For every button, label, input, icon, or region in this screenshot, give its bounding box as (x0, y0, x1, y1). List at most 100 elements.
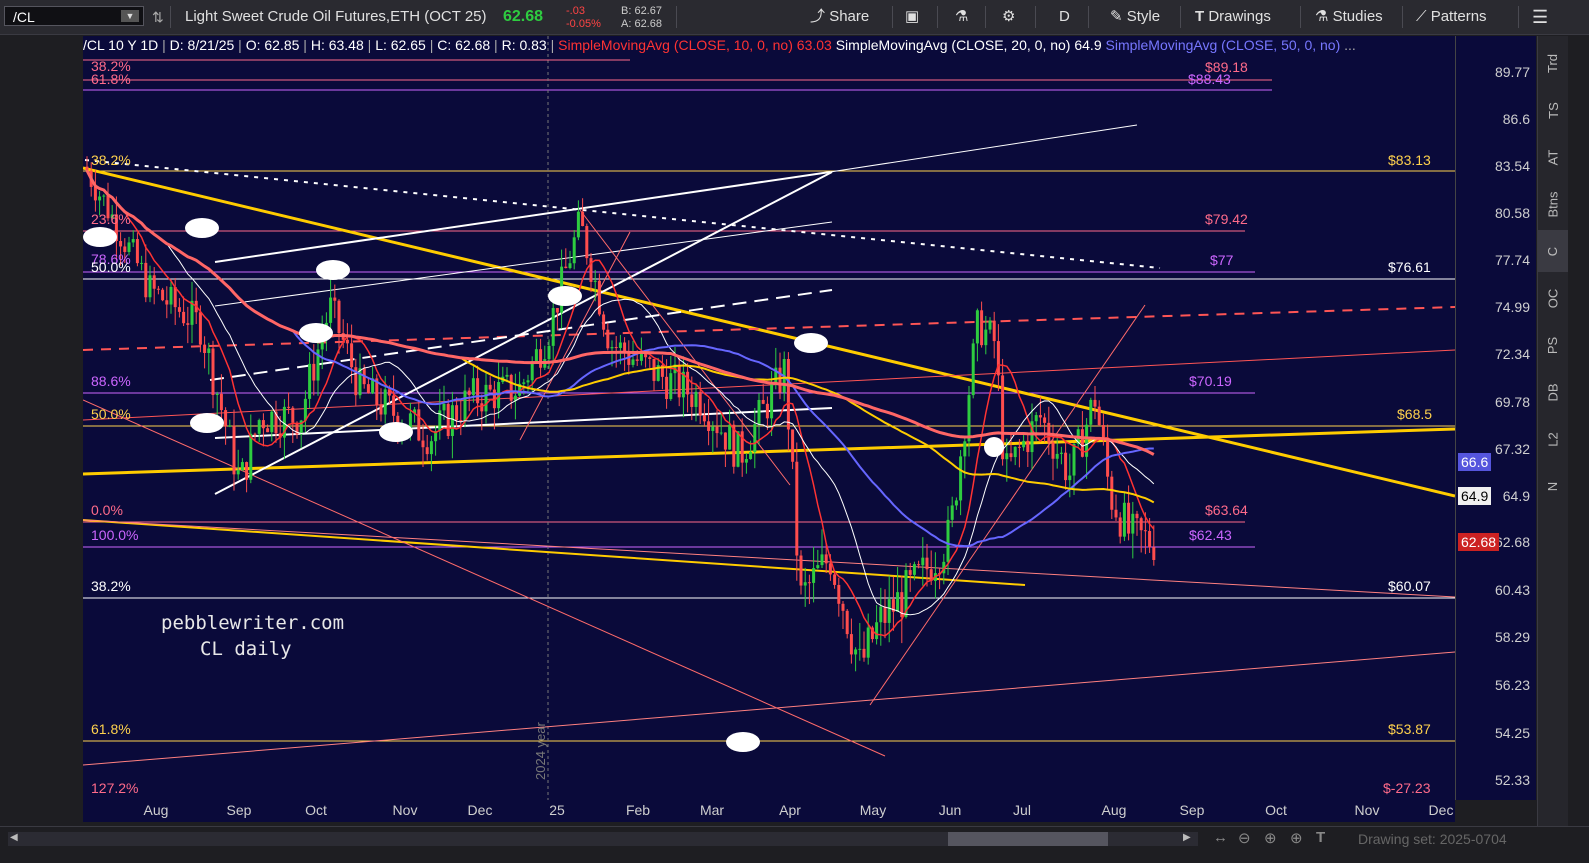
candle-body (1072, 443, 1076, 476)
sidebar-tab-trd[interactable]: Trd (1538, 42, 1568, 84)
price-tick-label: 80.58 (1494, 205, 1530, 221)
candle-body (627, 353, 631, 365)
zoom-in-icon[interactable]: ⊕ (1264, 829, 1277, 847)
header-more[interactable]: ... (1344, 37, 1356, 53)
candle-body (791, 429, 795, 462)
price-tick-label: 74.99 (1494, 299, 1530, 315)
candle-body (858, 648, 862, 650)
candle-body (765, 403, 769, 419)
candle-body (614, 347, 618, 349)
candle-body (757, 399, 761, 425)
candle-body (261, 420, 265, 429)
studies-button[interactable]: ⚗ Studies (1315, 0, 1383, 34)
price-axis[interactable]: 89.77 86.6 83.54 80.58 77.74 74.99 72.34 69.78 6… (1455, 36, 1536, 800)
scroll-thumb[interactable] (948, 832, 1108, 846)
time-tick-label: Jun (938, 802, 962, 818)
candle-body (812, 568, 816, 583)
top-toolbar: /CL ▼ ⇅ Light Sweet Crude Oil Futures,ET… (0, 0, 1589, 35)
price-tick-label: 58.29 (1494, 629, 1530, 645)
header-low: L: 62.65 (375, 37, 426, 53)
style-button[interactable]: ✎ Style (1110, 0, 1160, 34)
sma10-line (86, 170, 1155, 637)
candle-body (1055, 453, 1059, 459)
zoom-out-icon[interactable]: ⊖ (1238, 829, 1251, 847)
sidebar-tab-ps[interactable]: PS (1538, 324, 1568, 366)
candle-body (648, 357, 652, 360)
sidebar-tab-oc[interactable]: OC (1538, 277, 1568, 319)
candle-body (744, 459, 748, 463)
header-range: R: 0.83 (501, 37, 547, 53)
sidebar-tab-at[interactable]: AT (1538, 136, 1568, 178)
sidebar-tab-ts[interactable]: TS (1538, 89, 1568, 131)
snapshot-icon[interactable]: ▣ (905, 0, 919, 34)
candle-body (350, 343, 354, 368)
header-sma50[interactable]: SimpleMovingAvg (CLOSE, 50, 0, no) (1106, 37, 1341, 53)
candle-body (446, 403, 450, 437)
candle-body (828, 563, 832, 575)
drawing-set-label[interactable]: Drawing set: 2025-0704 (1358, 831, 1507, 847)
candle-body (459, 420, 463, 422)
candle-body (652, 359, 656, 381)
candle-body (135, 239, 139, 264)
candle-body (425, 447, 429, 455)
candle-body (946, 519, 950, 562)
candle-body (131, 239, 135, 243)
candle-body (509, 374, 513, 401)
horizontal-scrollbar[interactable]: ◀ ▶ (8, 832, 1198, 846)
crosshair-icon[interactable]: ⊕ (1290, 829, 1303, 847)
candle-body (291, 407, 295, 423)
price-tick-label: 67.32 (1494, 441, 1530, 457)
share-button[interactable]: ⤴ Share (810, 0, 869, 34)
patterns-button[interactable]: ⟋ Patterns (1416, 0, 1487, 34)
price-level-label: $83.13 (1388, 152, 1431, 168)
candle-body (631, 359, 635, 365)
text-icon[interactable]: T (1316, 829, 1325, 846)
fib-percent-label: 127.2% (91, 780, 138, 796)
menu-icon[interactable]: ☰ (1532, 0, 1548, 34)
flask-icon[interactable]: ⚗ (955, 0, 968, 34)
candle-body (971, 343, 975, 396)
white-channel-line (214, 221, 833, 307)
price-tag: 64.9 (1458, 487, 1492, 505)
gear-icon[interactable]: ⚙ (1002, 0, 1015, 34)
aggregation-button[interactable]: D (1059, 0, 1070, 34)
candle-body (156, 288, 160, 290)
sidebar-tab-n[interactable]: N (1538, 465, 1568, 507)
symbol-dropdown-icon[interactable]: ▼ (121, 10, 139, 22)
sidebar-tab-l2[interactable]: L2 (1538, 418, 1568, 460)
price-level-label: $62.43 (1189, 527, 1232, 543)
time-tick-label: Apr (779, 802, 801, 818)
fib-percent-label: 38.2% (91, 578, 131, 594)
scroll-left-icon[interactable]: ◀ (10, 832, 18, 843)
candle-body (455, 405, 459, 421)
time-tick-label: Feb (625, 802, 651, 818)
pan-icon[interactable]: ↔ (1213, 829, 1228, 846)
pivot-marker (379, 422, 413, 442)
drawings-button[interactable]: T Drawings (1195, 0, 1271, 34)
price-chart[interactable]: 38.2% 61.8% 38.2% 23.6% 78.6% 50.0% 88.6% 50.0%… (83, 36, 1455, 800)
price-level-label: $68.5 (1397, 406, 1432, 422)
price-level-label: $60.07 (1388, 578, 1431, 594)
price-tick-label: 54.25 (1494, 725, 1530, 741)
header-sma10[interactable]: SimpleMovingAvg (CLOSE, 10, 0, no) (558, 37, 793, 53)
header-date: D: 8/21/25 (169, 37, 235, 53)
header-sma20[interactable]: SimpleMovingAvg (CLOSE, 20, 0, no) (836, 37, 1071, 53)
candle-body (215, 393, 219, 396)
candle-body (484, 384, 488, 412)
candle-body (1009, 453, 1013, 458)
time-tick-label: Aug (143, 802, 169, 818)
chart-settings-icon[interactable]: ⇅ (152, 0, 164, 34)
sidebar-tab-db[interactable]: DB (1538, 371, 1568, 413)
sidebar-tab-label: DB (1545, 382, 1561, 402)
watermark-text: pebblewriter.com (161, 612, 344, 634)
sidebar-tab-label: Trd (1545, 53, 1561, 73)
candle-body (719, 432, 723, 434)
time-axis[interactable]: Aug Sep Oct Nov Dec 25 Feb Mar Apr May Jun Jul Aug Se… (83, 800, 1455, 822)
sidebar-tab-btns[interactable]: Btns (1538, 183, 1568, 225)
scroll-right-icon[interactable]: ▶ (1183, 832, 1191, 843)
candle-body (1127, 502, 1131, 534)
candle-body (925, 557, 929, 570)
symbol-input[interactable]: /CL ▼ (4, 6, 144, 26)
candle-body (568, 263, 572, 269)
sidebar-tab-c[interactable]: C (1538, 230, 1568, 272)
